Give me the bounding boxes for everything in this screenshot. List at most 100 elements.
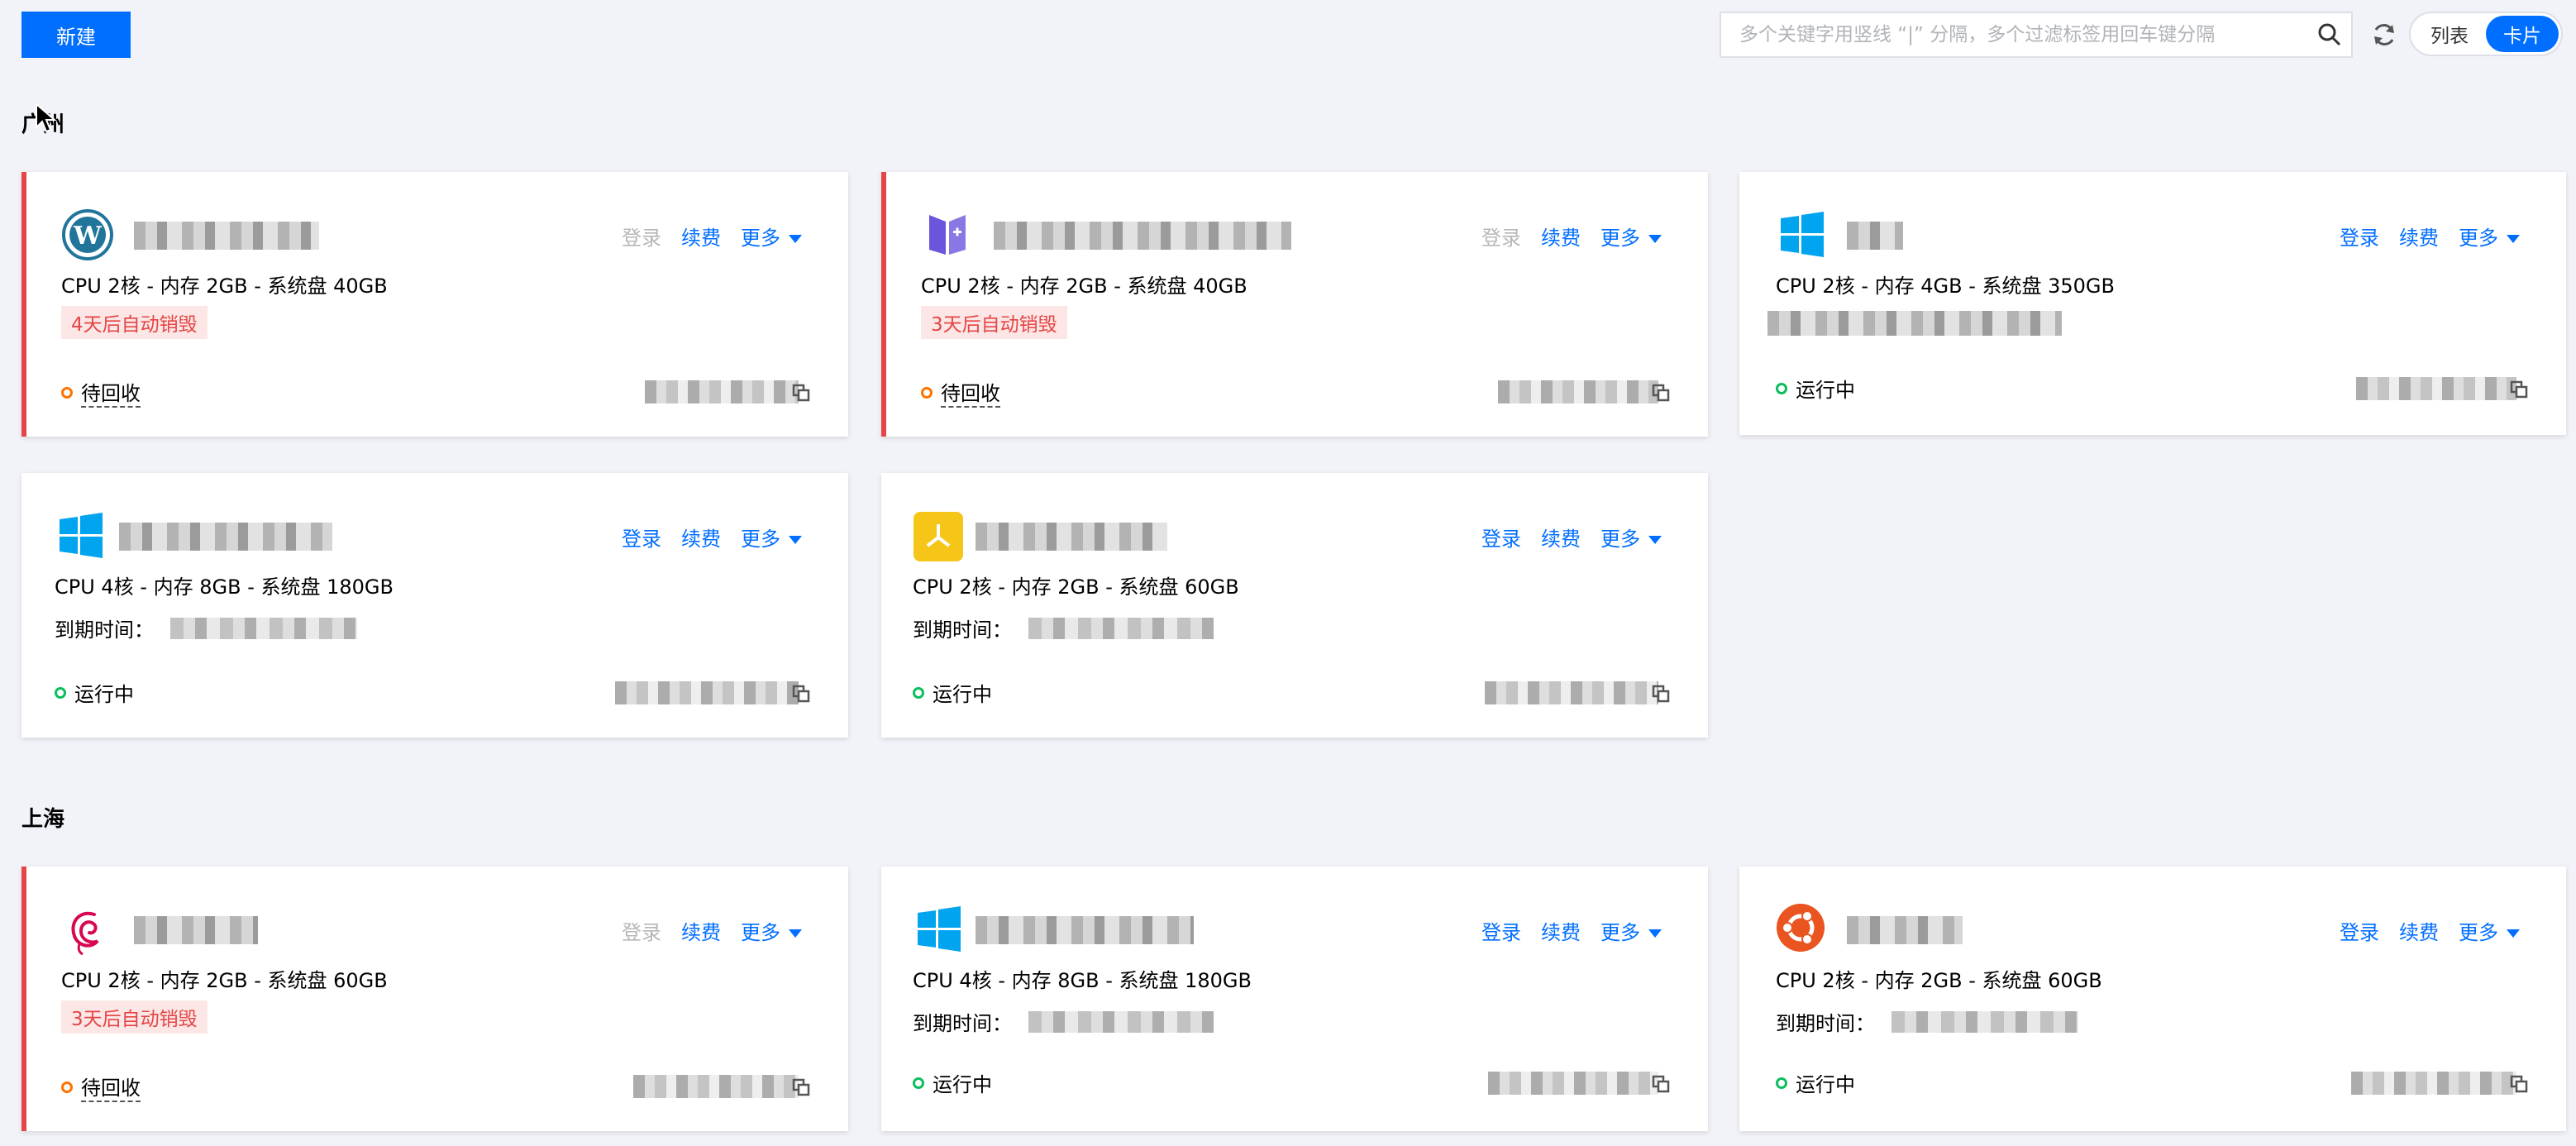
login-action[interactable]: 登录 (622, 916, 661, 945)
login-action[interactable]: 登录 (622, 222, 661, 251)
status-label[interactable]: 待回收 (941, 377, 1000, 408)
login-action[interactable]: 登录 (1481, 523, 1521, 552)
status-label[interactable]: 待回收 (81, 1072, 141, 1102)
login-action[interactable]: 登录 (2340, 222, 2379, 251)
renew-action[interactable]: 续费 (2399, 222, 2439, 251)
card-actions: 登录 续费 更多 (622, 523, 802, 552)
copy-icon[interactable] (792, 685, 810, 703)
card-actions: 登录 续费 更多 (1481, 523, 1662, 552)
expiry-row: 到期时间： (913, 614, 1214, 642)
more-action[interactable]: 更多 (741, 916, 802, 945)
search-input[interactable] (1721, 13, 2308, 56)
instance-card[interactable]: 登录 续费 更多 CPU 2核 - 内存 2GB - 系统盘 60GB 到期时间… (881, 473, 1708, 738)
caret-down-icon (789, 929, 802, 938)
renew-action[interactable]: 续费 (1541, 222, 1581, 251)
expiry-label: 到期时间： (913, 1012, 1012, 1035)
copy-icon[interactable] (1652, 384, 1670, 402)
instance-name[interactable] (976, 916, 1194, 944)
renew-action[interactable]: 续费 (2399, 916, 2439, 945)
login-action[interactable]: 登录 (622, 523, 661, 552)
status-label: 运行中 (933, 1073, 992, 1096)
expiry-label: 到期时间： (1776, 1012, 1875, 1035)
ubuntu-icon (1776, 903, 1829, 956)
more-action[interactable]: 更多 (1600, 916, 1662, 945)
status-dot-icon (913, 1077, 924, 1089)
instance-name[interactable] (1847, 222, 1903, 250)
instance-spec: CPU 2核 - 内存 2GB - 系统盘 60GB (1776, 969, 2102, 992)
instance-ip (633, 1075, 799, 1098)
more-action[interactable]: 更多 (2459, 222, 2520, 251)
expiry-row: 到期时间： (55, 614, 357, 642)
instance-status: 运行中 (1776, 374, 1855, 403)
copy-icon[interactable] (1652, 1075, 1670, 1093)
login-action[interactable]: 登录 (2340, 916, 2379, 945)
instance-card[interactable]: 登录 续费 更多 CPU 2核 - 内存 2GB - 系统盘 60GB 3天后自… (21, 867, 848, 1131)
status-dot-icon (61, 386, 73, 399)
windows-icon (55, 509, 107, 562)
status-dot-icon (1776, 1077, 1787, 1089)
search-icon[interactable] (2308, 13, 2351, 56)
more-action[interactable]: 更多 (741, 523, 802, 552)
instance-name[interactable] (1847, 916, 1963, 944)
instance-spec: CPU 2核 - 内存 2GB - 系统盘 40GB (61, 275, 388, 298)
instance-name[interactable] (994, 222, 1291, 250)
instance-card[interactable]: 登录 续费 更多 CPU 2核 - 内存 4GB - 系统盘 350GB 运行中 (1739, 172, 2566, 435)
refresh-icon[interactable] (2369, 20, 2399, 50)
instance-spec: CPU 2核 - 内存 2GB - 系统盘 40GB (921, 275, 1247, 298)
wordpress-icon: W (61, 208, 114, 261)
status-label[interactable]: 待回收 (81, 377, 141, 408)
more-action[interactable]: 更多 (2459, 916, 2520, 945)
instance-status: 待回收 (921, 377, 1000, 408)
instance-card[interactable]: 登录 续费 更多 CPU 2核 - 内存 2GB - 系统盘 40GB 3天后自… (881, 172, 1708, 437)
login-action[interactable]: 登录 (1481, 916, 1521, 945)
instance-spec: CPU 4核 - 内存 8GB - 系统盘 180GB (913, 969, 1252, 992)
copy-icon[interactable] (2510, 380, 2528, 399)
renew-action[interactable]: 续费 (681, 523, 721, 552)
view-card-option[interactable]: 卡片 (2486, 16, 2559, 52)
more-label: 更多 (1600, 528, 1640, 551)
renew-action[interactable]: 续费 (681, 222, 721, 251)
instance-ip (2351, 1072, 2516, 1095)
status-dot-icon (921, 386, 933, 399)
renew-action[interactable]: 续费 (681, 916, 721, 945)
instance-name[interactable] (119, 523, 332, 551)
copy-icon[interactable] (792, 1078, 810, 1096)
svg-text:W: W (73, 222, 103, 251)
instance-ip (1488, 1072, 1658, 1095)
instance-spec: CPU 4核 - 内存 8GB - 系统盘 180GB (55, 575, 394, 599)
more-label: 更多 (741, 227, 780, 250)
copy-icon[interactable] (792, 384, 810, 402)
more-action[interactable]: 更多 (1600, 523, 1662, 552)
card-actions: 登录 续费 更多 (622, 222, 802, 251)
status-label: 运行中 (1796, 379, 1855, 402)
expiry-value (170, 617, 357, 639)
instance-name[interactable] (976, 523, 1167, 551)
instance-spec: CPU 2核 - 内存 2GB - 系统盘 60GB (913, 575, 1239, 599)
instance-ip (1485, 681, 1658, 704)
instance-name[interactable] (134, 916, 258, 944)
instance-status: 待回收 (61, 377, 141, 408)
instance-card[interactable]: 登录 续费 更多 CPU 4核 - 内存 8GB - 系统盘 180GB 到期时… (881, 867, 1708, 1131)
instance-card[interactable]: 登录 续费 更多 CPU 2核 - 内存 2GB - 系统盘 60GB 到期时间… (1739, 867, 2566, 1131)
more-label: 更多 (741, 921, 780, 944)
login-action[interactable]: 登录 (1481, 222, 1521, 251)
instance-name[interactable] (134, 222, 319, 250)
instance-spec: CPU 2核 - 内存 2GB - 系统盘 60GB (61, 969, 388, 992)
copy-icon[interactable] (1652, 685, 1670, 703)
destroy-badge: 4天后自动销毁 (61, 306, 208, 339)
region-title: 上海 (21, 807, 65, 832)
view-list-option[interactable]: 列表 (2413, 16, 2486, 52)
renew-action[interactable]: 续费 (1541, 916, 1581, 945)
instance-card[interactable]: W 登录 续费 更多 CPU 2核 - 内存 2GB - 系统盘 40GB 4天… (21, 172, 848, 437)
more-action[interactable]: 更多 (1600, 222, 1662, 251)
new-button[interactable]: 新建 (21, 12, 131, 58)
instance-card[interactable]: 登录 续费 更多 CPU 4核 - 内存 8GB - 系统盘 180GB 到期时… (21, 473, 848, 738)
status-dot-icon (61, 1081, 73, 1093)
copy-icon[interactable] (2510, 1075, 2528, 1093)
status-dot-icon (913, 686, 924, 699)
caret-down-icon (1648, 235, 1662, 243)
renew-action[interactable]: 续费 (1541, 523, 1581, 552)
more-label: 更多 (1600, 227, 1640, 250)
more-action[interactable]: 更多 (741, 222, 802, 251)
instance-status: 运行中 (913, 1068, 992, 1097)
